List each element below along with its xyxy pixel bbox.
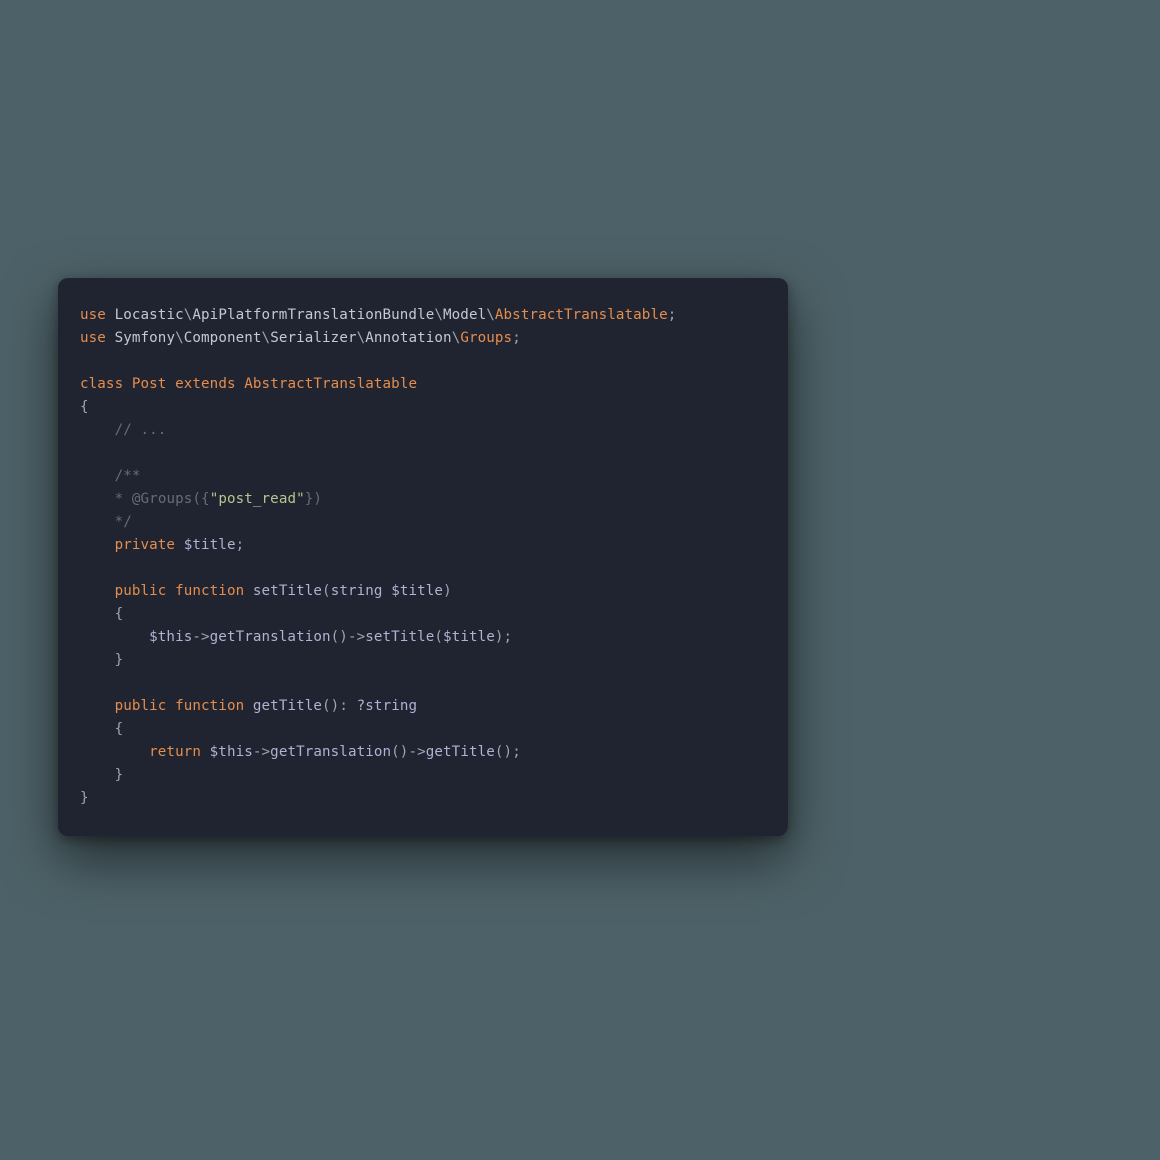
argument: $title: [443, 629, 495, 645]
function-name: getTitle: [253, 698, 322, 714]
parameter: $title: [391, 583, 443, 599]
keyword-private: private: [115, 537, 176, 553]
keyword-extends: extends: [175, 376, 236, 392]
function-name: setTitle: [253, 583, 322, 599]
keyword-function: function: [175, 583, 244, 599]
semicolon: ;: [512, 330, 521, 346]
parens: (): [322, 698, 339, 714]
paren-close: ): [443, 583, 452, 599]
method-name: getTitle: [426, 744, 495, 760]
semicolon: ;: [668, 307, 677, 323]
class-name: AbstractTranslatable: [495, 307, 668, 323]
arrow: ->: [192, 629, 209, 645]
ns-part: Annotation: [365, 330, 451, 346]
class-name: Post: [132, 376, 167, 392]
keyword-class: class: [80, 376, 123, 392]
brace-open: {: [115, 721, 124, 737]
brace-open: {: [80, 399, 89, 415]
paren: ({: [192, 491, 209, 507]
brace-close: }: [80, 790, 89, 806]
annotation: @Groups: [132, 491, 193, 507]
arrow: ->: [253, 744, 270, 760]
type: string: [331, 583, 383, 599]
ns-part: ApiPlatformTranslationBundle: [192, 307, 434, 323]
keyword-function: function: [175, 698, 244, 714]
paren-open: (: [434, 629, 443, 645]
ns-separator: \: [262, 330, 271, 346]
brace-open: {: [115, 606, 124, 622]
keyword-return: return: [149, 744, 201, 760]
return-type: ?string: [357, 698, 418, 714]
ns-part: Serializer: [270, 330, 356, 346]
paren-close: ): [495, 629, 504, 645]
code-snippet-card: use Locastic\ApiPlatformTranslationBundl…: [58, 278, 788, 836]
string-literal: "post_read": [210, 491, 305, 507]
ns-part: Component: [184, 330, 262, 346]
arrow: ->: [408, 744, 425, 760]
parens: (): [331, 629, 348, 645]
docblock-open: /**: [115, 468, 141, 484]
semicolon: ;: [512, 744, 521, 760]
parens: (): [391, 744, 408, 760]
variable-this: $this: [210, 744, 253, 760]
docblock-line: *: [115, 491, 124, 507]
semicolon: ;: [236, 537, 245, 553]
ns-part: Model: [443, 307, 486, 323]
ns-separator: \: [434, 307, 443, 323]
comment: // ...: [115, 422, 167, 438]
docblock-close: */: [115, 514, 132, 530]
variable: $title: [184, 537, 236, 553]
class-name: AbstractTranslatable: [244, 376, 417, 392]
keyword-use: use: [80, 307, 106, 323]
class-name: Groups: [460, 330, 512, 346]
method-name: getTranslation: [210, 629, 331, 645]
paren: }): [305, 491, 322, 507]
brace-close: }: [115, 767, 124, 783]
variable-this: $this: [149, 629, 192, 645]
ns-separator: \: [175, 330, 184, 346]
ns-separator: \: [486, 307, 495, 323]
method-name: setTitle: [365, 629, 434, 645]
method-name: getTranslation: [270, 744, 391, 760]
ns-part: Locastic: [115, 307, 184, 323]
ns-separator: \: [357, 330, 366, 346]
keyword-public: public: [115, 698, 167, 714]
paren-open: (: [322, 583, 331, 599]
colon: :: [339, 698, 348, 714]
keyword-use: use: [80, 330, 106, 346]
brace-close: }: [115, 652, 124, 668]
arrow: ->: [348, 629, 365, 645]
ns-part: Symfony: [115, 330, 176, 346]
semicolon: ;: [504, 629, 513, 645]
parens: (): [495, 744, 512, 760]
code-block: use Locastic\ApiPlatformTranslationBundl…: [80, 304, 766, 810]
keyword-public: public: [115, 583, 167, 599]
